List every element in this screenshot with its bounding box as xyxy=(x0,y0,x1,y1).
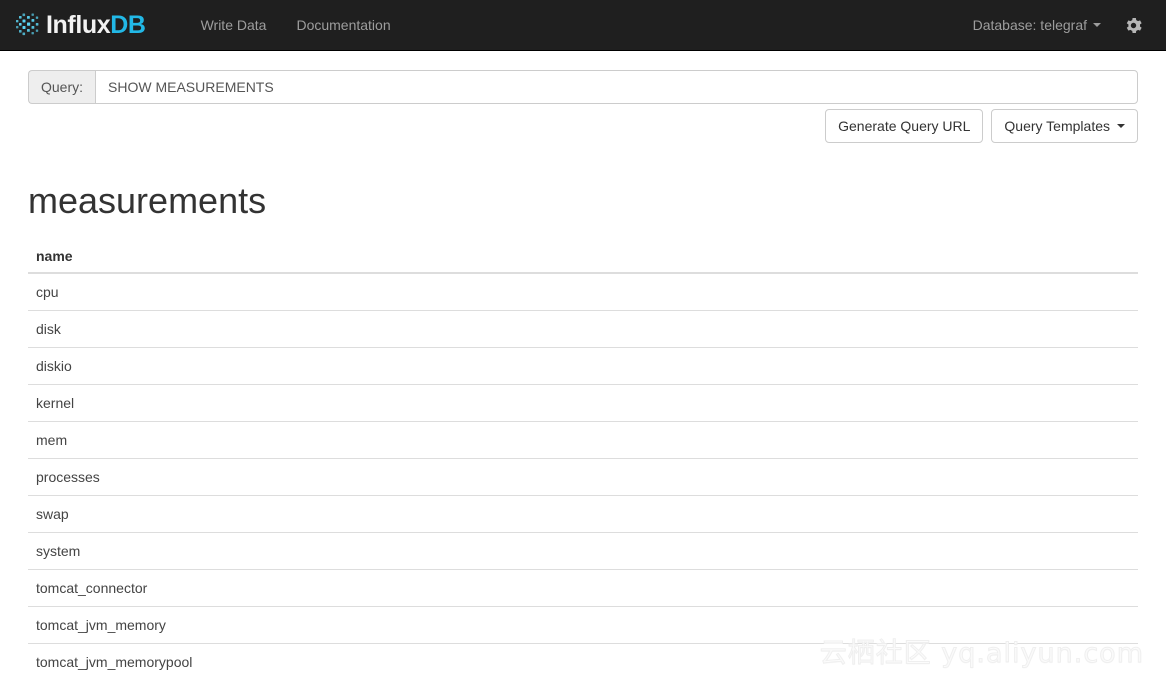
measurements-table: name cpu disk diskio kernel mem processe… xyxy=(28,239,1138,678)
table-row: cpu xyxy=(28,272,1138,311)
table-row: tomcat_jvm_memorypool xyxy=(28,642,1138,678)
influxdb-brand-logo[interactable]: InfluxDB xyxy=(14,0,164,51)
generate-query-url-label: Generate Query URL xyxy=(838,118,971,134)
table-body: cpu disk diskio kernel mem processes swa… xyxy=(28,272,1138,678)
table-header-row: name xyxy=(28,239,1138,274)
query-templates-label: Query Templates xyxy=(1004,118,1110,134)
cell-measurement-name: tomcat_connector xyxy=(28,568,1138,607)
nav-link-documentation[interactable]: Documentation xyxy=(281,0,405,51)
table-row: tomcat_connector xyxy=(28,568,1138,607)
influxdb-dot-cluster-logo xyxy=(16,13,39,36)
query-templates-dropdown-button[interactable]: Query Templates xyxy=(991,109,1138,143)
cell-measurement-name: tomcat_jvm_memorypool xyxy=(28,642,1138,678)
table-row: tomcat_jvm_memory xyxy=(28,605,1138,644)
gear-icon xyxy=(1126,17,1142,33)
query-input[interactable] xyxy=(95,70,1138,104)
query-row: Query: xyxy=(28,51,1138,104)
database-selector-label: Database: telegraf xyxy=(972,16,1087,33)
query-actions: Generate Query URL Query Templates xyxy=(28,104,1138,143)
brand-wordmark-influx: Influx xyxy=(46,10,111,39)
chevron-down-icon xyxy=(1117,124,1125,128)
table-row: mem xyxy=(28,420,1138,459)
cell-measurement-name: processes xyxy=(28,457,1138,496)
results-title: measurements xyxy=(28,180,267,221)
cell-measurement-name: diskio xyxy=(28,346,1138,385)
cell-measurement-name: swap xyxy=(28,494,1138,533)
cell-measurement-name: tomcat_jvm_memory xyxy=(28,605,1138,644)
database-selector-dropdown[interactable]: Database: telegraf xyxy=(958,0,1116,51)
cell-measurement-name: cpu xyxy=(28,272,1138,311)
table-row: processes xyxy=(28,457,1138,496)
top-navbar: InfluxDB Write Data Documentation Databa… xyxy=(0,0,1166,51)
table-row: system xyxy=(28,531,1138,570)
settings-button[interactable] xyxy=(1116,0,1150,51)
table-row: disk xyxy=(28,309,1138,348)
navbar-right-group: Database: telegraf xyxy=(958,0,1152,51)
column-header-name: name xyxy=(28,239,1138,274)
brand-wordmark: InfluxDB xyxy=(46,10,146,39)
cell-measurement-name: mem xyxy=(28,420,1138,459)
nav-link-write-data[interactable]: Write Data xyxy=(186,0,282,51)
chevron-down-icon xyxy=(1093,23,1101,27)
query-input-group: Query: xyxy=(28,70,1138,104)
table-row: kernel xyxy=(28,383,1138,422)
cell-measurement-name: kernel xyxy=(28,383,1138,422)
brand-wordmark-db: DB xyxy=(110,10,146,39)
table-row: swap xyxy=(28,494,1138,533)
main-content: Query: Generate Query URL Query Template… xyxy=(14,51,1152,678)
table-row: diskio xyxy=(28,346,1138,385)
query-label: Query: xyxy=(28,70,96,104)
table-head: name xyxy=(28,239,1138,274)
generate-query-url-button[interactable]: Generate Query URL xyxy=(825,109,984,143)
primary-nav: Write Data Documentation xyxy=(186,0,406,51)
cell-measurement-name: disk xyxy=(28,309,1138,348)
cell-measurement-name: system xyxy=(28,531,1138,570)
